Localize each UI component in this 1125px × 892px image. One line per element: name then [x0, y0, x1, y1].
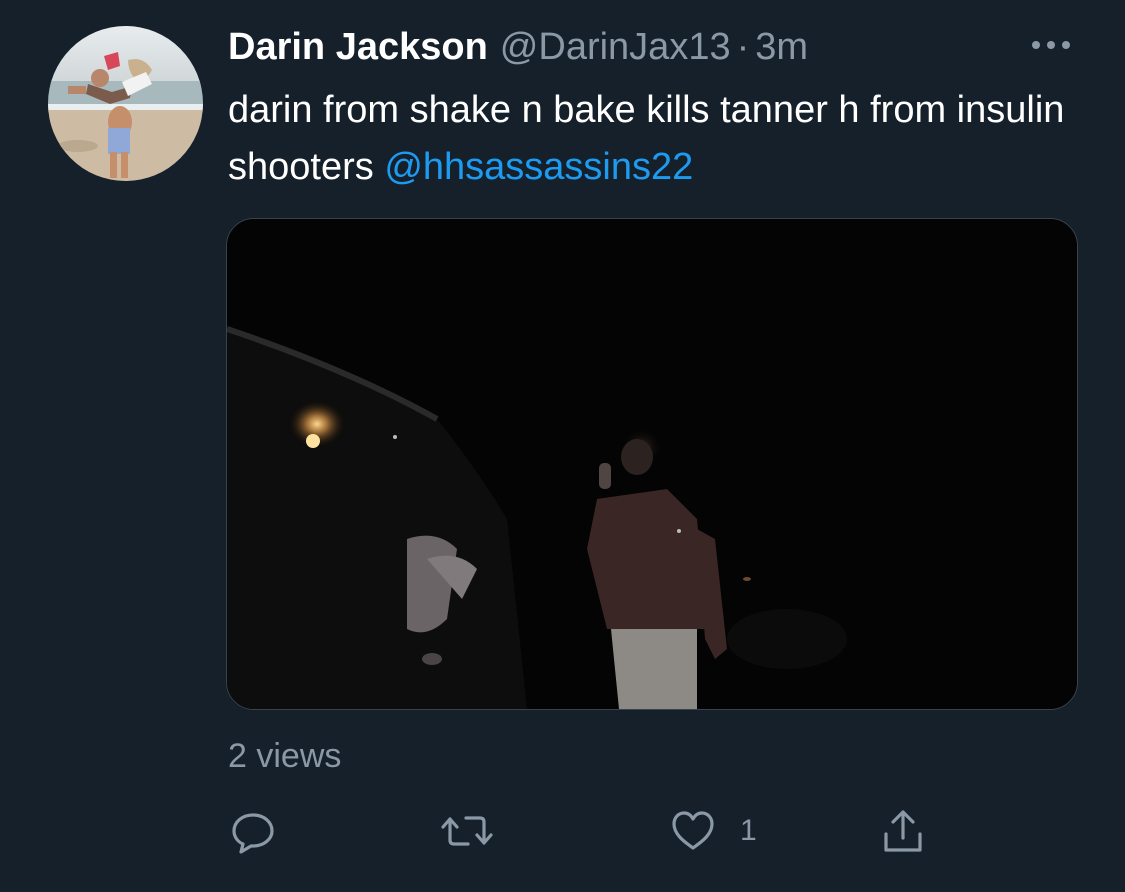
tweet: Darin Jackson @DarinJax13 · 3m darin fro… [0, 0, 1125, 892]
mention-link[interactable]: @hhsassassins22 [384, 146, 693, 188]
tweet-timestamp[interactable]: 3m [755, 24, 808, 70]
like-count: 1 [740, 814, 757, 847]
tweet-media-video[interactable] [226, 218, 1078, 710]
reply-button[interactable] [228, 806, 278, 856]
like-button[interactable]: 1 [668, 806, 757, 856]
avatar[interactable] [48, 26, 203, 181]
display-name[interactable]: Darin Jackson [228, 24, 488, 70]
video-frame [227, 219, 1077, 709]
tweet-text: darin from shake n bake kills tanner h f… [228, 82, 1088, 196]
retweet-button[interactable] [438, 806, 496, 856]
more-horizontal-icon [1032, 41, 1070, 49]
view-count: 2 views [228, 737, 342, 775]
retweet-icon [441, 816, 493, 846]
share-button[interactable] [878, 806, 928, 856]
avatar-image [48, 26, 203, 181]
user-handle[interactable]: @DarinJax13 [500, 24, 731, 70]
heart-icon [672, 811, 714, 850]
tweet-header: Darin Jackson @DarinJax13 · 3m [228, 24, 808, 70]
reply-icon [232, 813, 274, 854]
more-button[interactable] [1024, 30, 1078, 60]
header-separator: · [736, 26, 750, 68]
share-icon [884, 810, 922, 852]
